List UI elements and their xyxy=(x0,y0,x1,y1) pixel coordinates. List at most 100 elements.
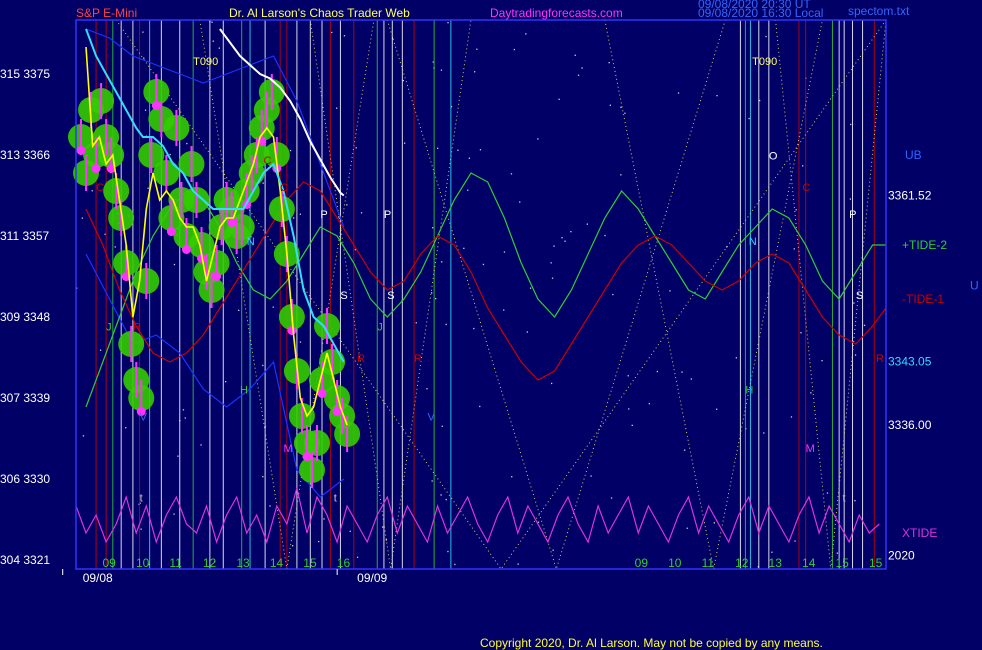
star-dot xyxy=(437,147,439,149)
price-dot xyxy=(317,389,327,398)
cycle-marker: N xyxy=(749,236,757,248)
star-dot xyxy=(686,527,688,529)
star-dot xyxy=(415,322,417,324)
right-label: +TIDE-2 xyxy=(902,238,947,252)
star-dot xyxy=(519,201,521,203)
star-dot xyxy=(454,563,456,566)
x-tick-label: 10 xyxy=(136,556,150,570)
star-dot xyxy=(624,112,626,114)
star-dot xyxy=(104,233,106,235)
cycle-marker: R xyxy=(876,353,884,365)
instrument-label: S&P E-Mini xyxy=(76,6,137,20)
cycle-marker: P xyxy=(384,209,391,221)
timestamp-local: 09/08/2020 16:30 Local xyxy=(698,6,823,20)
star-dot xyxy=(338,216,340,218)
star-dot xyxy=(537,138,539,140)
star-dot xyxy=(854,500,856,502)
x-tick-label: 14 xyxy=(270,556,284,570)
x-tick-label: 12 xyxy=(203,556,217,570)
star-dot xyxy=(765,35,767,38)
cycle-marker: R xyxy=(357,353,365,365)
star-dot xyxy=(173,263,176,266)
star-dot xyxy=(612,293,614,296)
star-dot xyxy=(561,237,563,239)
star-dot xyxy=(609,104,611,106)
cycle-marker: M xyxy=(284,443,293,455)
star-dot xyxy=(299,213,301,215)
star-dot xyxy=(537,521,540,523)
x-tick-label: 10 xyxy=(668,556,682,570)
star-dot xyxy=(440,494,442,496)
star-dot xyxy=(771,551,773,553)
star-dot xyxy=(441,425,443,427)
cycle-marker: T090 xyxy=(193,56,218,68)
star-dot xyxy=(262,182,264,184)
x-tick-label: 11 xyxy=(702,556,715,570)
cycle-marker: R xyxy=(414,353,422,365)
cycle-marker: t xyxy=(140,493,143,505)
star-dot xyxy=(356,556,359,558)
star-dot xyxy=(620,106,622,108)
star-dot xyxy=(684,449,686,451)
star-dot xyxy=(513,48,515,51)
cycle-marker: S xyxy=(387,290,394,302)
cycle-marker: C xyxy=(802,182,810,194)
star-dot xyxy=(479,405,481,408)
x-tick-label: 09 xyxy=(635,556,649,570)
cycle-marker: P xyxy=(320,209,327,221)
star-dot xyxy=(586,223,588,225)
star-dot xyxy=(648,403,650,405)
price-dot xyxy=(212,272,222,281)
star-dot xyxy=(836,552,838,554)
cycle-marker: V xyxy=(427,412,435,424)
star-dot xyxy=(790,416,793,418)
cycle-marker: J xyxy=(106,322,112,334)
star-dot xyxy=(435,298,437,300)
star-dot xyxy=(763,432,765,434)
star-dot xyxy=(140,528,142,530)
star-dot xyxy=(144,109,147,111)
star-dot xyxy=(511,476,513,478)
chart-svg: T090 T090 C C C C O P P P N N S S S J J R R R R H H V V M Mt t t 304… xyxy=(0,0,982,650)
price-dot xyxy=(166,227,176,236)
star-dot xyxy=(445,498,447,501)
star-dot xyxy=(169,153,171,156)
star-dot xyxy=(517,563,519,565)
star-dot xyxy=(482,263,485,266)
star-dot xyxy=(238,309,240,311)
star-dot xyxy=(553,245,555,247)
file-name: spectom.txt xyxy=(848,4,910,18)
cycle-marker: C xyxy=(96,182,104,194)
cycle-marker: N xyxy=(247,236,255,248)
cycle-marker: C xyxy=(263,155,271,167)
star-dot xyxy=(431,292,433,294)
star-dot xyxy=(463,247,465,249)
star-dot xyxy=(620,174,622,176)
star-dot xyxy=(211,21,213,23)
star-dot xyxy=(360,212,363,214)
star-dot xyxy=(748,117,750,120)
x-tick-label: 16 xyxy=(337,556,351,570)
star-dot xyxy=(262,476,264,478)
x-tick-label: 15 xyxy=(303,556,317,570)
y-tick-label: 315 3375 xyxy=(0,67,50,81)
star-dot xyxy=(404,142,406,144)
star-dot xyxy=(426,388,428,390)
star-dot xyxy=(289,149,292,152)
star-dot xyxy=(628,408,630,410)
star-dot xyxy=(677,92,680,94)
star-dot xyxy=(510,173,513,175)
right-label: U xyxy=(970,279,979,293)
x-tick-label: 14 xyxy=(802,556,816,570)
day-label: 09/09 xyxy=(357,571,387,585)
price-dot xyxy=(181,245,191,254)
star-dot xyxy=(608,62,610,64)
star-dot xyxy=(225,381,227,383)
star-dot xyxy=(525,33,527,35)
star-dot xyxy=(173,513,175,515)
star-dot xyxy=(269,505,271,507)
price-dot xyxy=(302,452,312,461)
price-dot xyxy=(151,101,161,110)
x-tick-label: 12 xyxy=(735,556,749,570)
y-tick-label: 311 3357 xyxy=(0,229,49,243)
